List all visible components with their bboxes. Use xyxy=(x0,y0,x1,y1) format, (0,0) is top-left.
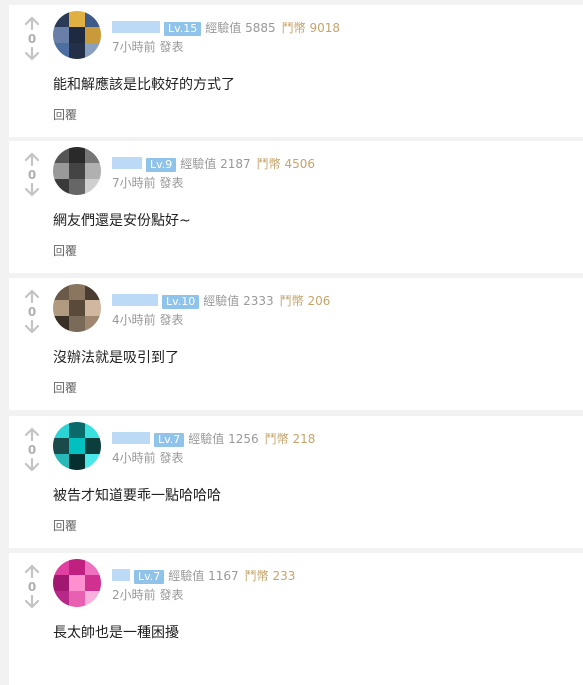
experience-points: 經驗值 1167 xyxy=(168,569,239,583)
coin-count: 鬥幣 9018 xyxy=(281,21,340,35)
experience-points: 經驗值 1256 xyxy=(188,432,259,446)
level-badge: Lv.15 xyxy=(164,22,202,36)
level-badge: Lv.7 xyxy=(154,433,185,447)
username-blurred[interactable] xyxy=(112,432,150,444)
vote-score: 0 xyxy=(27,305,37,319)
downvote-arrow-icon[interactable] xyxy=(23,183,41,197)
upvote-arrow-icon[interactable] xyxy=(23,564,41,578)
coin-count: 鬥幣 4506 xyxy=(256,157,315,171)
user-meta: Lv.9 經驗值 2187 鬥幣 4506 xyxy=(112,155,315,173)
downvote-arrow-icon[interactable] xyxy=(23,320,41,334)
avatar[interactable] xyxy=(53,11,101,59)
user-meta: Lv.7 經驗值 1167 鬥幣 233 xyxy=(112,567,295,585)
username-blurred[interactable] xyxy=(112,21,160,33)
level-badge: Lv.10 xyxy=(162,295,200,309)
username-blurred[interactable] xyxy=(112,569,130,581)
downvote-arrow-icon[interactable] xyxy=(23,595,41,609)
user-meta: Lv.15 經驗值 5885 鬥幣 9018 xyxy=(112,19,340,37)
reply-button[interactable]: 回覆 xyxy=(53,518,77,534)
comment-card: 0 Lv.10 經驗值 2333 鬥幣 206 4小時前 發表 沒辦法就是吸引到了 … xyxy=(9,278,583,410)
downvote-arrow-icon[interactable] xyxy=(23,458,41,472)
upvote-arrow-icon[interactable] xyxy=(23,427,41,441)
vote-control: 0 xyxy=(23,152,41,197)
experience-points: 經驗值 5885 xyxy=(205,21,276,35)
user-meta: Lv.10 經驗值 2333 鬥幣 206 xyxy=(112,292,330,310)
comment-card: 0 Lv.7 經驗值 1167 鬥幣 233 2小時前 發表 長太帥也是一種困擾 xyxy=(9,553,583,685)
username-blurred[interactable] xyxy=(112,294,158,306)
vote-control: 0 xyxy=(23,427,41,472)
upvote-arrow-icon[interactable] xyxy=(23,16,41,30)
post-time: 2小時前 發表 xyxy=(112,588,184,602)
post-time: 4小時前 發表 xyxy=(112,313,184,327)
avatar[interactable] xyxy=(53,284,101,332)
comment-text: 網友們還是安份點好~ xyxy=(53,213,191,229)
vote-score: 0 xyxy=(27,32,37,46)
level-badge: Lv.9 xyxy=(146,158,177,172)
post-time: 7小時前 發表 xyxy=(112,40,184,54)
comment-card: 0 Lv.15 經驗值 5885 鬥幣 9018 7小時前 發表 能和解應該是比較好… xyxy=(9,5,583,137)
avatar[interactable] xyxy=(53,559,101,607)
avatar[interactable] xyxy=(53,147,101,195)
coin-count: 鬥幣 233 xyxy=(244,569,296,583)
user-meta: Lv.7 經驗值 1256 鬥幣 218 xyxy=(112,430,315,448)
experience-points: 經驗值 2187 xyxy=(180,157,251,171)
comment-text: 被告才知道要乖一點哈哈哈 xyxy=(53,488,221,504)
downvote-arrow-icon[interactable] xyxy=(23,47,41,61)
comment-text: 能和解應該是比較好的方式了 xyxy=(53,77,235,93)
comment-card: 0 Lv.7 經驗值 1256 鬥幣 218 4小時前 發表 被告才知道要乖一點哈哈… xyxy=(9,416,583,548)
vote-control: 0 xyxy=(23,16,41,61)
upvote-arrow-icon[interactable] xyxy=(23,289,41,303)
experience-points: 經驗值 2333 xyxy=(203,294,274,308)
vote-score: 0 xyxy=(27,580,37,594)
reply-button[interactable]: 回覆 xyxy=(53,243,77,259)
post-time: 4小時前 發表 xyxy=(112,451,184,465)
reply-button[interactable]: 回覆 xyxy=(53,107,77,123)
comment-text: 長太帥也是一種困擾 xyxy=(53,625,179,641)
post-time: 7小時前 發表 xyxy=(112,176,184,190)
username-blurred[interactable] xyxy=(112,157,142,169)
vote-control: 0 xyxy=(23,564,41,609)
avatar[interactable] xyxy=(53,422,101,470)
coin-count: 鬥幣 218 xyxy=(264,432,316,446)
vote-score: 0 xyxy=(27,443,37,457)
level-badge: Lv.7 xyxy=(134,570,165,584)
reply-button[interactable]: 回覆 xyxy=(53,380,77,396)
comment-card: 0 Lv.9 經驗值 2187 鬥幣 4506 7小時前 發表 網友們還是安份點好~… xyxy=(9,141,583,273)
coin-count: 鬥幣 206 xyxy=(279,294,331,308)
comment-text: 沒辦法就是吸引到了 xyxy=(53,350,179,366)
vote-score: 0 xyxy=(27,168,37,182)
upvote-arrow-icon[interactable] xyxy=(23,152,41,166)
vote-control: 0 xyxy=(23,289,41,334)
